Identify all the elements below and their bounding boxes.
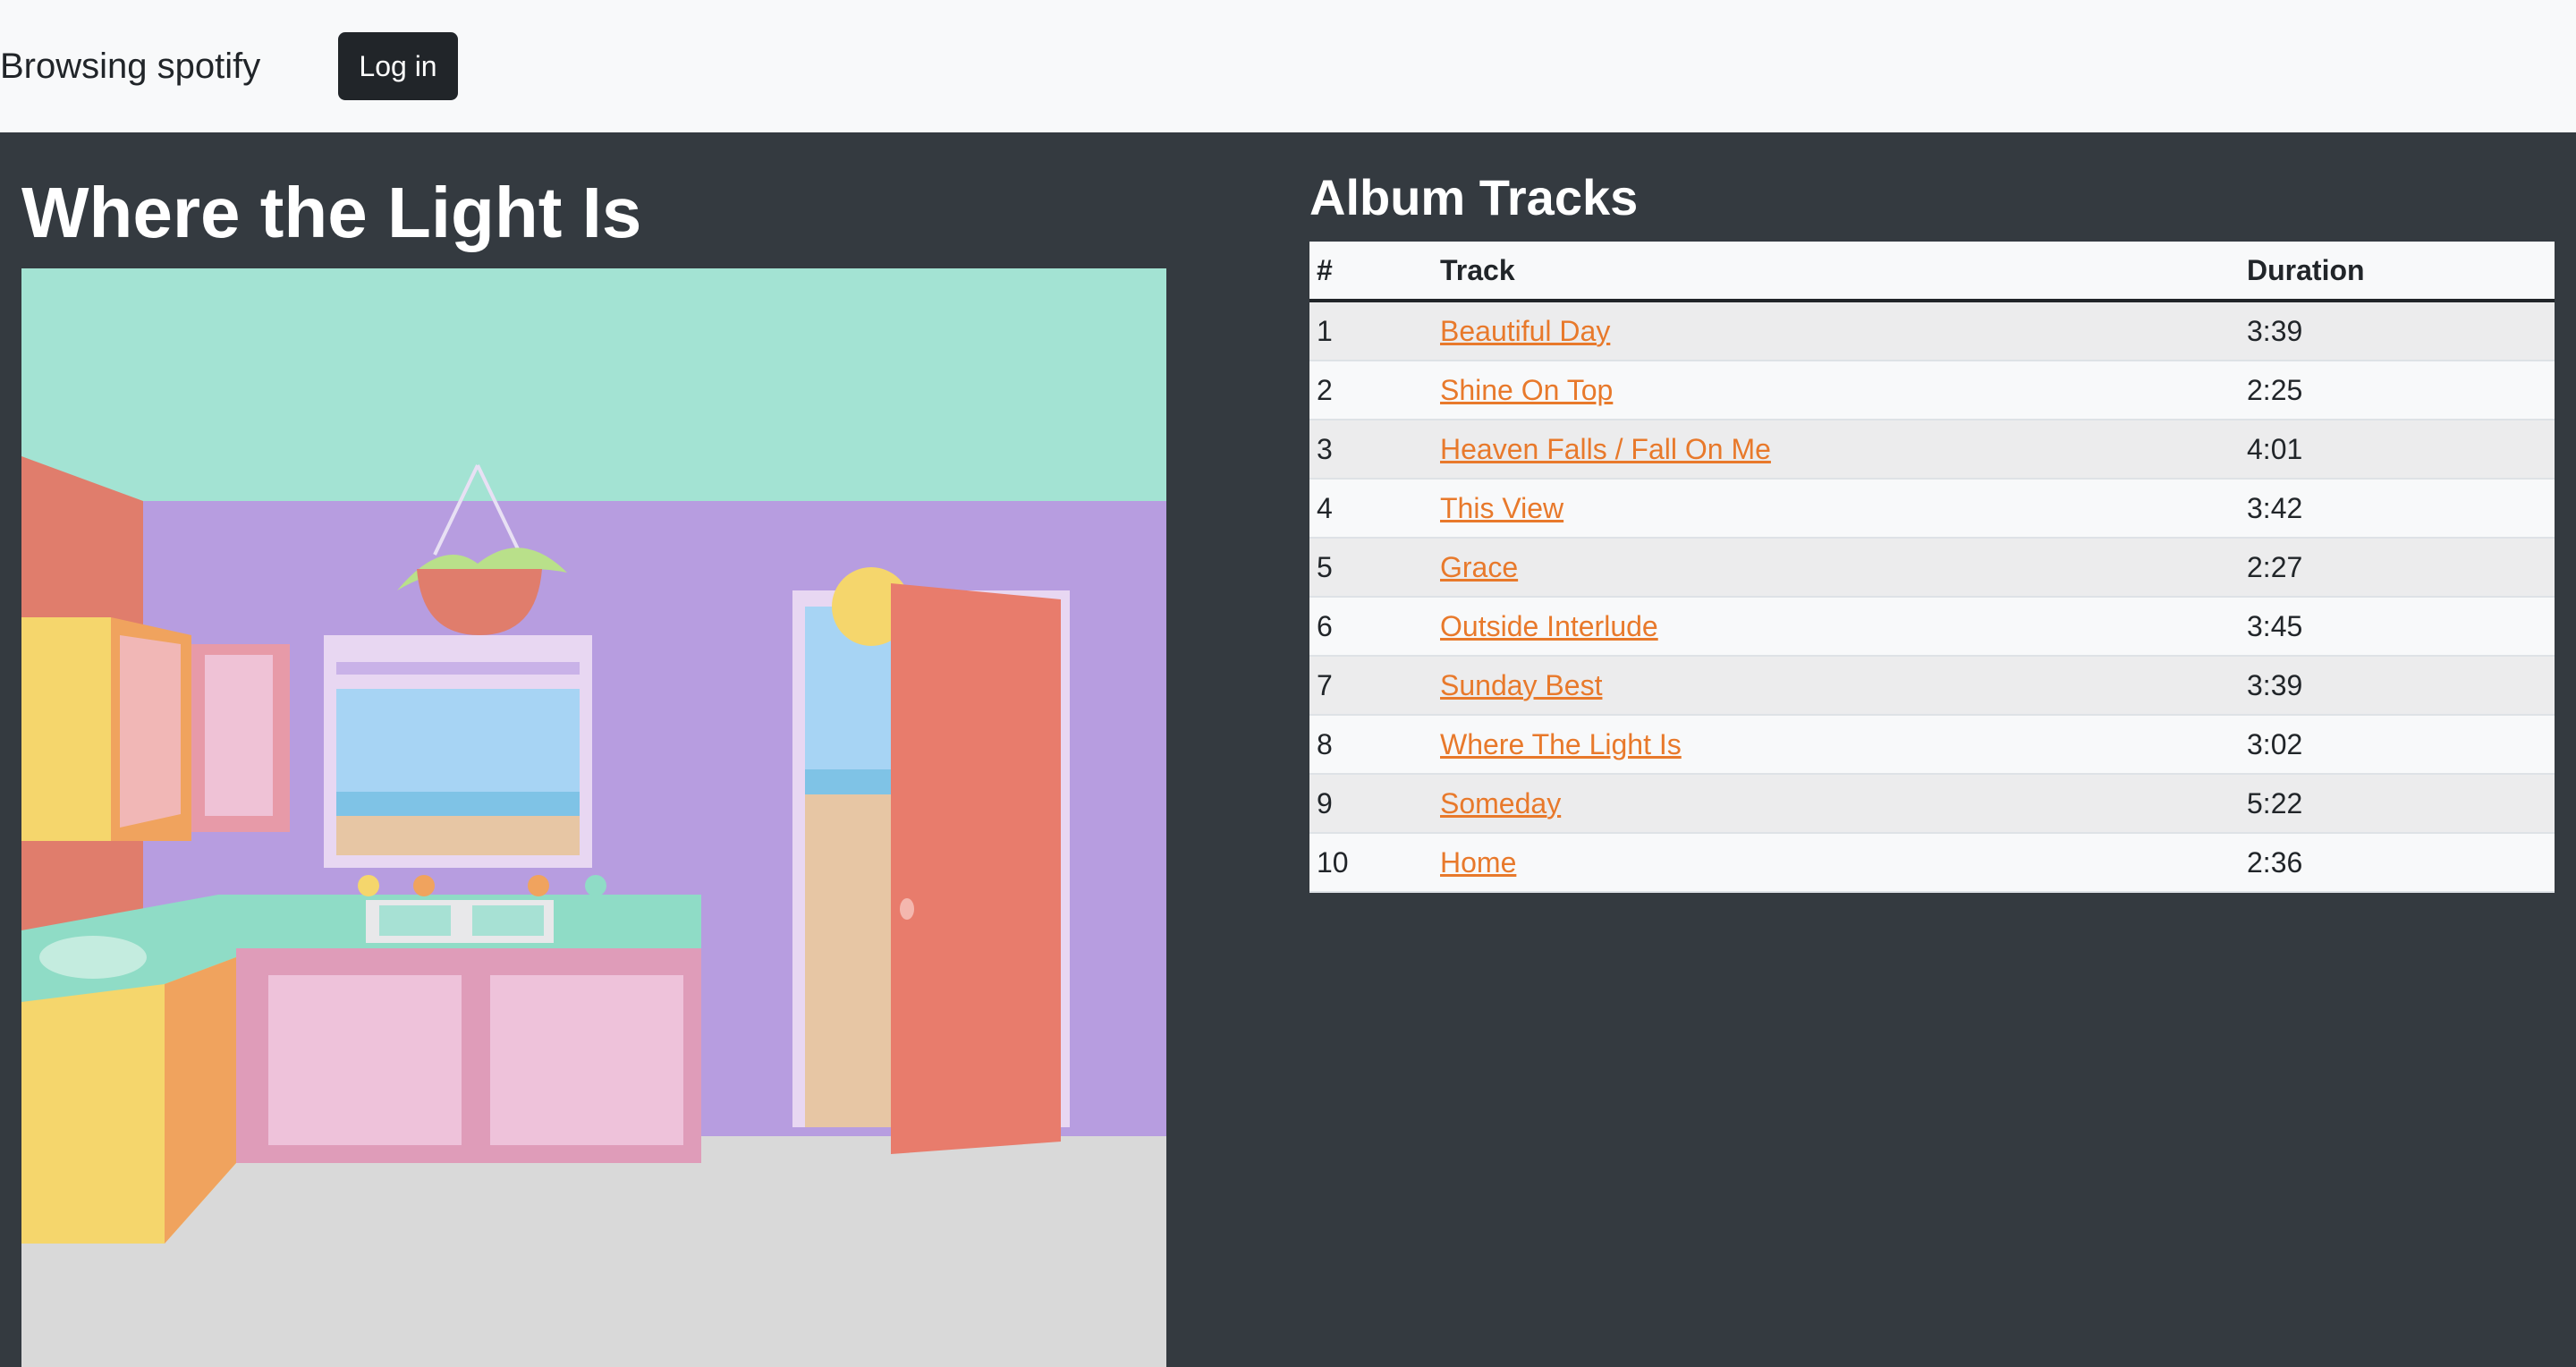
column-header-number: #: [1309, 242, 1433, 302]
track-name-cell: Where The Light Is: [1433, 715, 2240, 775]
top-navbar: Browsing spotify Log in: [0, 0, 2576, 132]
cover-window-sky: [336, 689, 580, 796]
track-duration: 2:36: [2240, 833, 2555, 893]
track-number: 6: [1309, 597, 1433, 657]
column-header-track: Track: [1433, 242, 2240, 302]
track-number: 4: [1309, 479, 1433, 539]
album-tracks-heading: Album Tracks: [1309, 169, 1639, 225]
cover-open-door: [891, 583, 1061, 1154]
track-duration: 2:27: [2240, 538, 2555, 598]
track-number: 8: [1309, 715, 1433, 775]
track-number: 2: [1309, 361, 1433, 420]
track-duration: 3:02: [2240, 715, 2555, 775]
track-duration: 2:25: [2240, 361, 2555, 420]
table-header-row: # Track Duration: [1309, 242, 2555, 302]
track-duration: 3:45: [2240, 597, 2555, 657]
track-duration: 3:42: [2240, 479, 2555, 539]
track-link[interactable]: Where The Light Is: [1440, 728, 1682, 760]
track-number: 7: [1309, 656, 1433, 716]
track-name-cell: Sunday Best: [1433, 656, 2240, 716]
album-tracks-table: # Track Duration 1 Beautiful Day 3:39 2 …: [1309, 242, 2555, 893]
table-row: 5 Grace 2:27: [1309, 538, 2555, 598]
track-name-cell: Someday: [1433, 774, 2240, 834]
cover-window-sand: [336, 816, 580, 855]
login-button[interactable]: Log in: [338, 32, 458, 100]
track-number: 3: [1309, 420, 1433, 480]
cover-upper-cabinet: [21, 617, 111, 841]
track-link[interactable]: Home: [1440, 846, 1516, 879]
track-link[interactable]: Sunday Best: [1440, 669, 1602, 701]
track-link[interactable]: Outside Interlude: [1440, 610, 1658, 642]
track-name-cell: Shine On Top: [1433, 361, 2240, 420]
track-duration: 4:01: [2240, 420, 2555, 480]
track-name-cell: This View: [1433, 479, 2240, 539]
table-row: 6 Outside Interlude 3:45: [1309, 597, 2555, 657]
track-number: 5: [1309, 538, 1433, 598]
album-cover-image: [21, 268, 1166, 1367]
table-row: 3 Heaven Falls / Fall On Me 4:01: [1309, 420, 2555, 480]
track-duration: 5:22: [2240, 774, 2555, 834]
cover-ceiling: [21, 268, 1166, 501]
album-title: Where the Light Is: [21, 173, 642, 252]
table-row: 2 Shine On Top 2:25: [1309, 361, 2555, 420]
track-duration: 3:39: [2240, 656, 2555, 716]
brand-text: Browsing spotify: [0, 47, 261, 86]
table-row: 4 This View 3:42: [1309, 479, 2555, 539]
cover-window-sea: [336, 792, 580, 819]
table-row: 9 Someday 5:22: [1309, 774, 2555, 834]
track-name-cell: Outside Interlude: [1433, 597, 2240, 657]
track-name-cell: Home: [1433, 833, 2240, 893]
track-link[interactable]: Shine On Top: [1440, 374, 1613, 406]
track-number: 10: [1309, 833, 1433, 893]
track-number: 1: [1309, 301, 1433, 361]
track-link[interactable]: Heaven Falls / Fall On Me: [1440, 433, 1771, 465]
table-row: 10 Home 2:36: [1309, 833, 2555, 893]
table-row: 7 Sunday Best 3:39: [1309, 656, 2555, 716]
table-row: 1 Beautiful Day 3:39: [1309, 301, 2555, 361]
track-link[interactable]: This View: [1440, 492, 1563, 524]
table-row: 8 Where The Light Is 3:02: [1309, 715, 2555, 775]
track-number: 9: [1309, 774, 1433, 834]
column-header-duration: Duration: [2240, 242, 2555, 302]
track-link[interactable]: Grace: [1440, 551, 1518, 583]
track-name-cell: Heaven Falls / Fall On Me: [1433, 420, 2240, 480]
track-name-cell: Grace: [1433, 538, 2240, 598]
track-link[interactable]: Beautiful Day: [1440, 315, 1610, 347]
track-name-cell: Beautiful Day: [1433, 301, 2240, 361]
track-link[interactable]: Someday: [1440, 787, 1561, 819]
track-duration: 3:39: [2240, 301, 2555, 361]
